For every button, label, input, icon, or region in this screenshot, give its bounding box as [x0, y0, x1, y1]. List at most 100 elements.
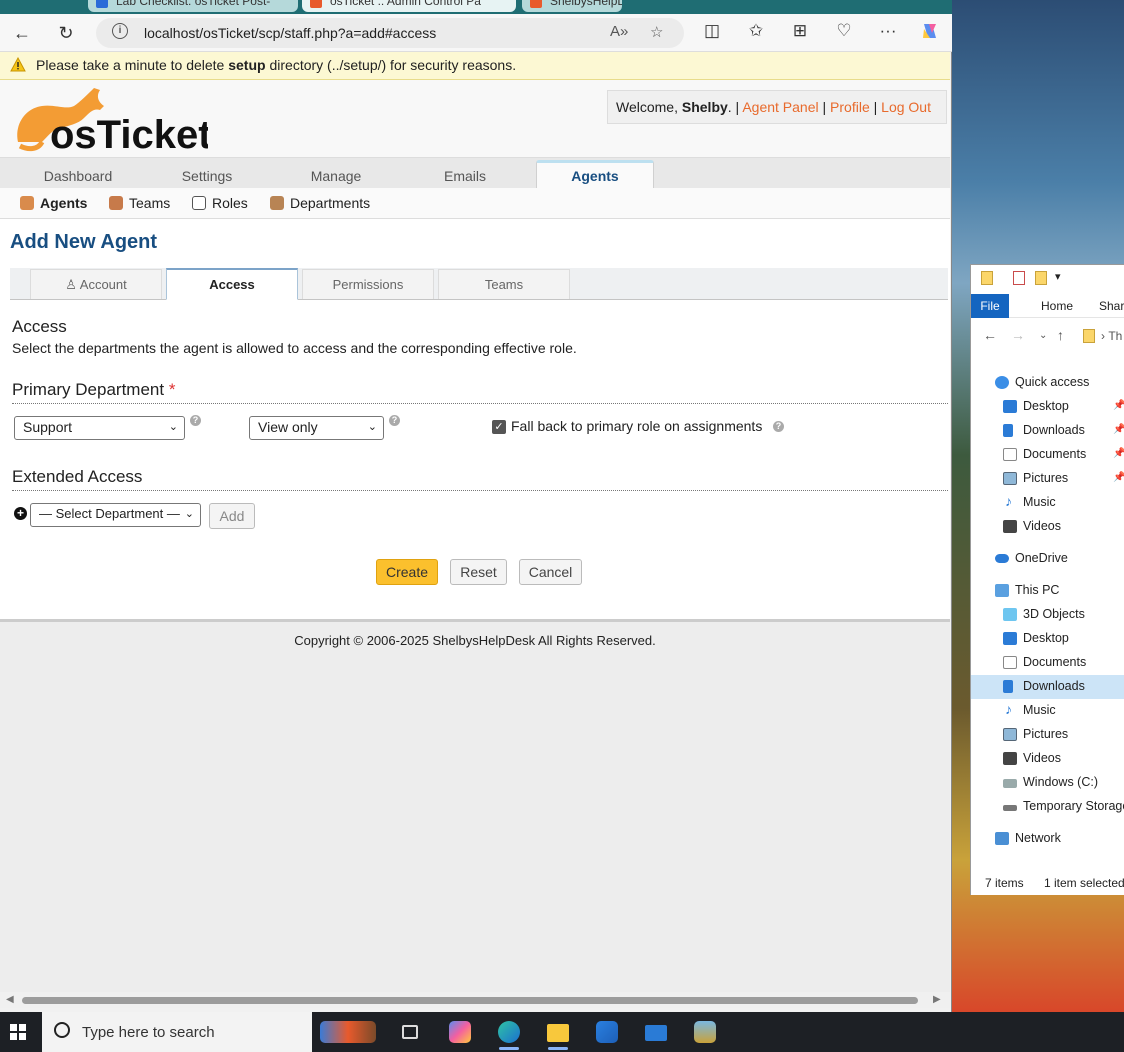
tree-label: 3D Objects [1023, 607, 1085, 621]
tree-quick-access[interactable]: Quick access [995, 371, 1089, 395]
tree-windows-c[interactable]: Windows (C:) [1003, 771, 1098, 795]
tree-videos[interactable]: Videos [1003, 747, 1061, 771]
tree-this-pc[interactable]: This PC [995, 579, 1059, 603]
ribbon-home-tab[interactable]: Home [1041, 299, 1073, 313]
edge-app-icon[interactable] [489, 1016, 529, 1050]
folder-icon[interactable] [981, 271, 993, 285]
warning-text: Please take a minute to delete [36, 57, 229, 73]
add-department-button[interactable]: Add [209, 503, 255, 529]
tree-videos-quick[interactable]: Videos [1003, 515, 1061, 539]
split-screen-icon[interactable]: ◫ [700, 21, 724, 41]
ribbon-share-tab[interactable]: Share [1099, 299, 1124, 313]
browser-essentials-icon[interactable]: ♡ [832, 21, 856, 41]
network-icon [995, 832, 1009, 845]
tree-desktop[interactable]: Desktop [1003, 627, 1069, 651]
horizontal-scrollbar[interactable]: ◀ ▶ [0, 992, 950, 1008]
primary-department-select[interactable]: Support ⌄ [14, 416, 185, 440]
tree-music-quick[interactable]: ♪ Music [1003, 491, 1056, 515]
agent-panel-link[interactable]: Agent Panel [742, 99, 818, 115]
properties-icon[interactable] [1013, 271, 1025, 285]
url-text[interactable]: localhost/osTicket/scp/staff.php?a=add#a… [144, 25, 436, 41]
pin-icon[interactable]: 📌 [1113, 448, 1124, 459]
windows-start-icon[interactable] [10, 1024, 26, 1040]
browser-tab[interactable]: Lab Checklist: osTicket Post- [88, 0, 298, 12]
tree-documents-quick[interactable]: Documents [1003, 443, 1086, 467]
taskbar-search[interactable]: Type here to search [42, 1012, 312, 1052]
subnav-departments[interactable]: Departments [270, 195, 370, 211]
read-aloud-icon[interactable]: A» [610, 23, 628, 40]
profile-link[interactable]: Profile [830, 99, 870, 115]
subnav-teams[interactable]: Teams [109, 195, 170, 211]
tree-temporary-storage[interactable]: Temporary Storage [1003, 795, 1124, 819]
fallback-checkbox[interactable]: ✓ [492, 420, 506, 434]
path-fragment: Th [1108, 329, 1123, 343]
scrollbar-thumb[interactable] [22, 997, 918, 1004]
new-folder-icon[interactable] [1035, 271, 1047, 285]
tree-network[interactable]: Network [995, 827, 1061, 851]
mail-app-icon[interactable] [636, 1016, 676, 1048]
tree-desktop-quick[interactable]: Desktop [1003, 395, 1069, 419]
refresh-icon[interactable]: ↻ [52, 20, 80, 46]
forward-icon[interactable]: → [1011, 327, 1025, 343]
ribbon-file-tab[interactable]: File [971, 294, 1009, 318]
tree-documents[interactable]: Documents [1003, 651, 1086, 675]
browser-tab-active[interactable]: osTicket :: Admin Control Pa [302, 0, 516, 12]
up-icon[interactable]: ↑ [1057, 327, 1064, 343]
news-widget-icon[interactable] [316, 1016, 380, 1048]
tab-account[interactable]: ♙ Account [30, 269, 162, 299]
url-field[interactable]: i localhost/osTicket/scp/staff.php?a=add… [96, 18, 684, 48]
recent-locations-icon[interactable]: ⌄ [1039, 330, 1047, 341]
separator: . | [727, 99, 740, 115]
create-button[interactable]: Create [376, 559, 438, 585]
path-text[interactable]: › Th [1101, 329, 1122, 343]
help-icon[interactable]: ? [190, 415, 201, 426]
site-info-icon[interactable]: i [112, 23, 128, 39]
copilot-app-icon[interactable] [440, 1016, 480, 1048]
copilot-icon[interactable] [918, 21, 942, 46]
favorite-star-icon[interactable]: ☆ [650, 23, 663, 41]
help-icon[interactable]: ? [773, 421, 784, 432]
osticket-logo[interactable]: osTicket [8, 84, 212, 157]
pin-icon[interactable]: 📌 [1113, 400, 1124, 411]
pin-icon[interactable]: 📌 [1113, 472, 1124, 483]
help-icon[interactable]: ? [389, 415, 400, 426]
logout-link[interactable]: Log Out [881, 99, 931, 115]
file-explorer-app-icon[interactable] [538, 1016, 578, 1050]
tree-label: Music [1023, 703, 1056, 717]
task-view-icon[interactable] [390, 1016, 430, 1048]
back-icon[interactable]: ← [8, 20, 36, 46]
tree-pictures-quick[interactable]: Pictures [1003, 467, 1068, 491]
customize-toolbar-icon[interactable]: ▾ [1055, 270, 1061, 283]
cancel-button[interactable]: Cancel [519, 559, 582, 585]
scroll-right-icon[interactable]: ▶ [933, 994, 941, 1005]
tree-downloads-selected[interactable]: Downloads [971, 675, 1124, 699]
tab-agents[interactable]: Agents [536, 160, 654, 189]
scroll-left-icon[interactable]: ◀ [6, 994, 14, 1005]
extended-department-select[interactable]: — Select Department — ⌄ [30, 503, 201, 527]
reset-button[interactable]: Reset [450, 559, 507, 585]
tree-3d-objects[interactable]: 3D Objects [1003, 603, 1085, 627]
tab-emails[interactable]: Emails [401, 160, 529, 189]
role-select[interactable]: View only ⌄ [249, 416, 384, 440]
tree-onedrive[interactable]: OneDrive [995, 547, 1068, 571]
tab-settings[interactable]: Settings [143, 160, 271, 189]
tree-downloads-quick[interactable]: Downloads [1003, 419, 1085, 443]
favorites-icon[interactable]: ✩ [744, 21, 768, 41]
tab-dashboard[interactable]: Dashboard [14, 160, 142, 189]
tree-pictures[interactable]: Pictures [1003, 723, 1068, 747]
server-manager-icon[interactable] [685, 1016, 725, 1048]
more-menu-icon[interactable]: ··· [876, 21, 900, 41]
back-icon[interactable]: ← [983, 327, 997, 343]
subnav-agents[interactable]: Agents [20, 195, 87, 211]
tab-manage[interactable]: Manage [272, 160, 400, 189]
tab-access[interactable]: Access [166, 268, 298, 300]
browser-tab[interactable]: ShelbysHelpD [522, 0, 622, 12]
videos-icon [1003, 752, 1017, 765]
pin-icon[interactable]: 📌 [1113, 424, 1124, 435]
tree-music[interactable]: ♪ Music [1003, 699, 1056, 723]
collections-icon[interactable]: ⊞ [788, 21, 812, 41]
store-app-icon[interactable] [587, 1016, 627, 1048]
tab-teams[interactable]: Teams [438, 269, 570, 299]
subnav-roles[interactable]: Roles [192, 195, 248, 211]
tab-permissions[interactable]: Permissions [302, 269, 434, 299]
